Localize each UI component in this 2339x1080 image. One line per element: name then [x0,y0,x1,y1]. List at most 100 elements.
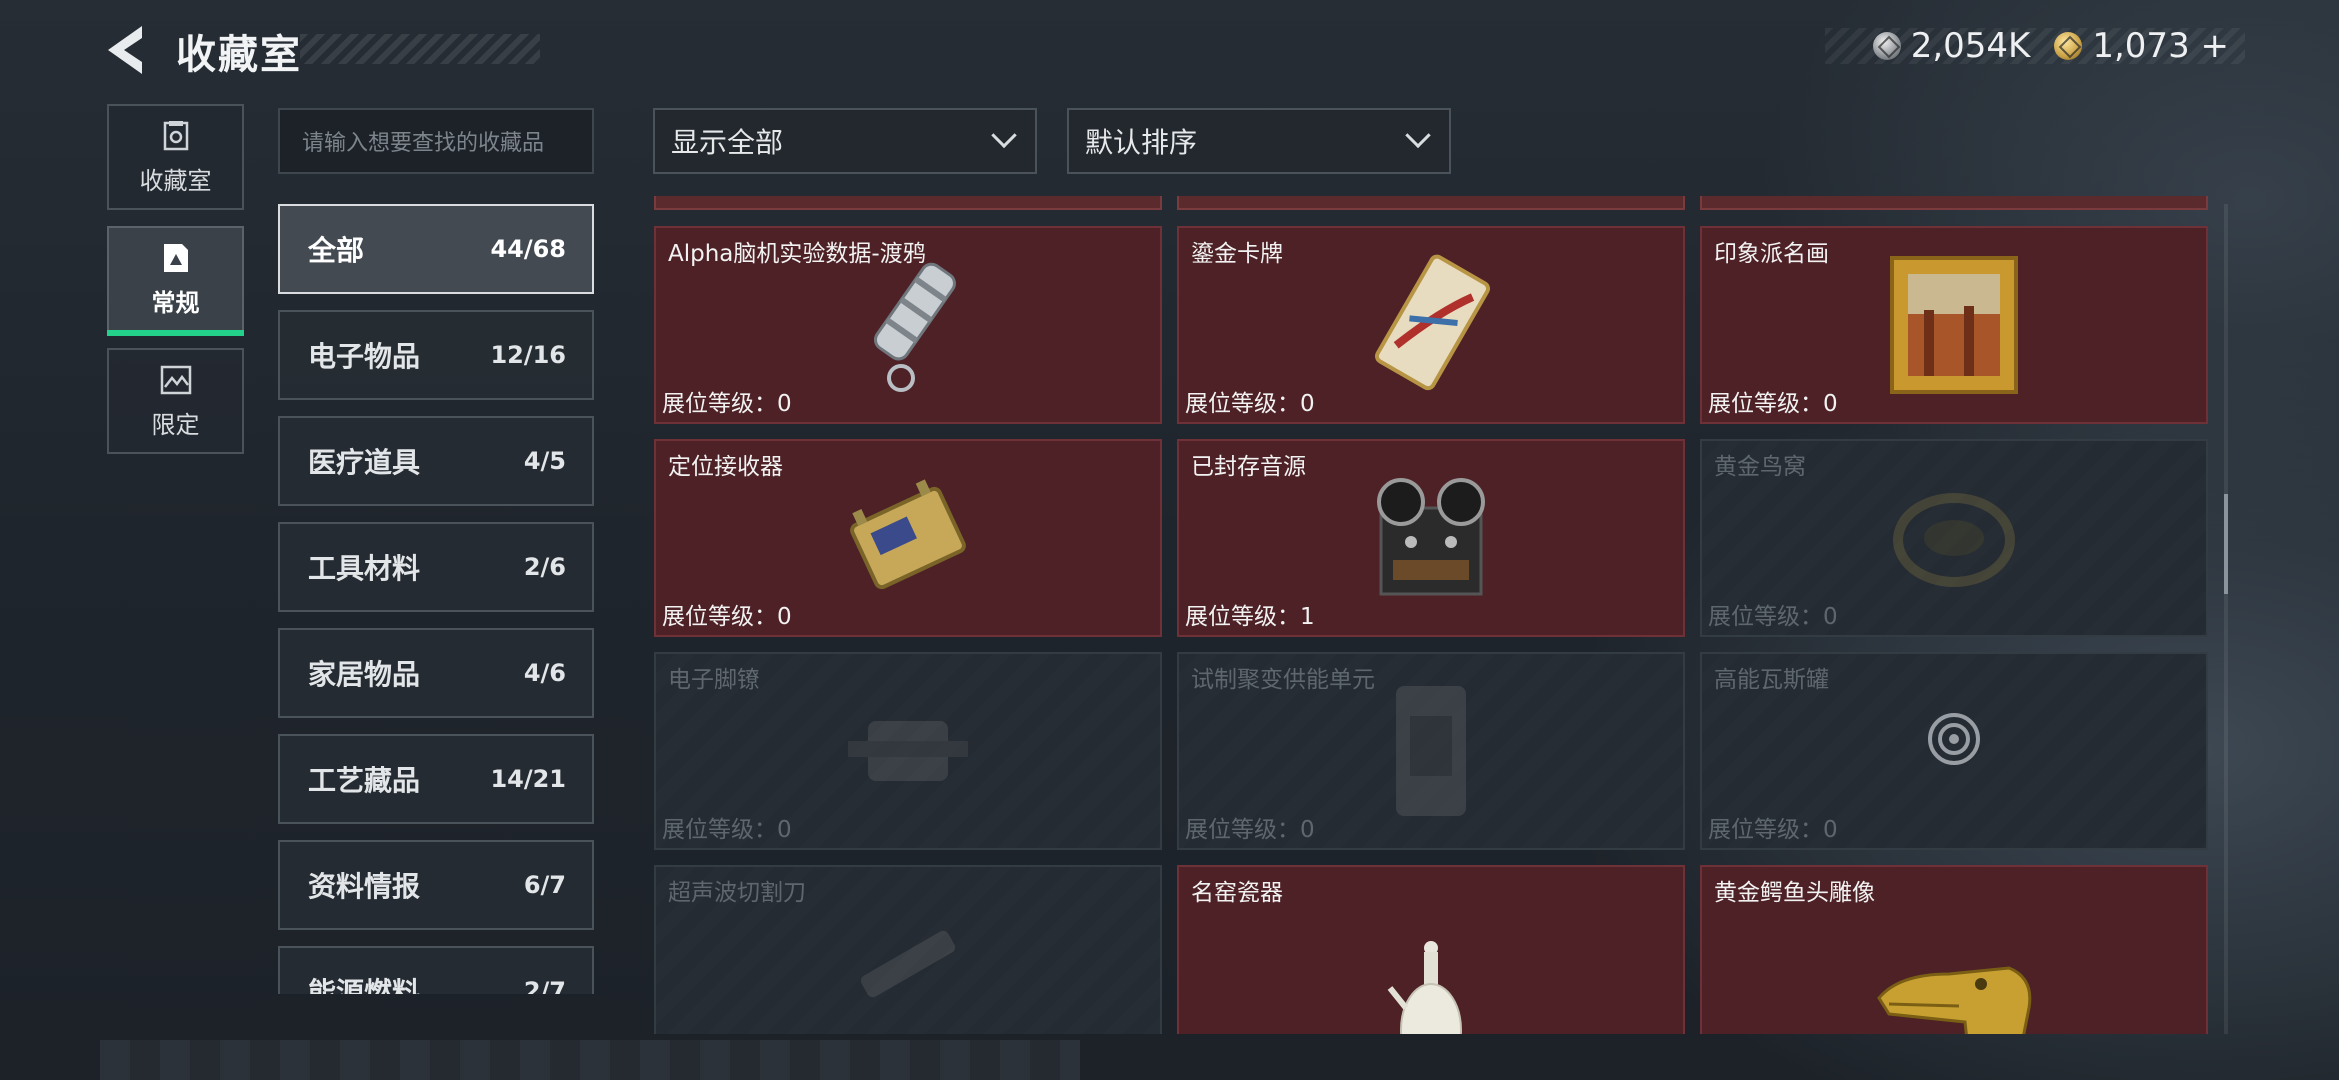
item-card[interactable]: 鎏金卡牌 展位等级：0 [1177,226,1685,424]
item-card[interactable]: 名窑瓷器 [1177,865,1685,1034]
display-filter-value: 显示全部 [671,126,784,159]
category-count: 4/5 [523,447,566,475]
mode-tab-label: 常规 [151,288,200,317]
receiver-icon [850,479,966,590]
currency-bar: 2,054K 1,073 + [1825,26,2245,66]
category-count: 2/7 [523,977,566,994]
item-level: 展位等级：0 [1708,604,1838,630]
item-level: 展位等级：0 [1185,391,1315,417]
partial-card [654,196,1162,210]
cutter-icon [860,930,956,998]
category-tools[interactable]: 工具材料 2/6 [278,522,594,612]
item-card[interactable]: Alpha脑机实验数据-渡鸦 展位等级：0 [654,226,1162,424]
category-household[interactable]: 家居物品 4/6 [278,628,594,718]
item-level: 展位等级：0 [1185,817,1315,843]
item-level: 展位等级：0 [662,817,792,843]
category-crafts[interactable]: 工艺藏品 14/21 [278,734,594,824]
sort-dropdown[interactable]: 默认排序 [1067,108,1451,174]
category-name: 资料情报 [308,870,421,903]
item-card[interactable]: 超声波切割刀 [654,865,1162,1034]
painting-icon [1890,256,2018,394]
item-name: 名窑瓷器 [1191,880,1283,906]
collection-grid: Alpha脑机实验数据-渡鸦 展位等级：0 鎏金卡牌 展位等级：0 印象派名画 [652,196,2208,1034]
category-count: 4/6 [523,659,566,687]
mode-tab-regular[interactable]: 常规 [107,226,244,336]
item-card[interactable]: 定位接收器 展位等级：0 [654,439,1162,637]
data-capsule-icon [873,262,956,392]
mode-tab-label: 限定 [151,410,200,439]
porcelain-vase-icon [1387,940,1462,1034]
category-name: 工艺藏品 [308,764,421,797]
bird-nest-icon [1893,493,2015,587]
silver-currency[interactable]: 2,054K [1872,26,2031,66]
item-card[interactable]: 电子脚镣 展位等级：0 [654,652,1162,850]
item-name: 试制聚变供能单元 [1191,667,1375,693]
item-name: 电子脚镣 [668,667,760,693]
page-title: 收藏室 [176,32,302,78]
item-level: 展位等级：1 [1185,604,1315,630]
gold-coin-icon [2054,32,2083,60]
back-arrow-icon [108,26,142,74]
gold-currency-value: 1,073 + [2092,26,2229,66]
category-list: 全部 44/68 电子物品 12/16 医疗道具 4/5 工具材料 2/6 家居… [278,204,594,994]
ankle-monitor-icon [848,721,968,781]
category-name: 医疗道具 [308,446,421,479]
item-name: 超声波切割刀 [668,880,806,906]
item-name: 定位接收器 [668,454,783,480]
category-name: 全部 [308,234,365,267]
gilded-card-icon [1374,254,1491,391]
mode-tab-vault[interactable]: 收藏室 [107,104,244,210]
fusion-cell-icon [1396,686,1466,816]
category-name: 家居物品 [308,658,421,691]
category-name: 能源燃料 [308,976,421,994]
document-icon [163,243,188,272]
silver-coin-icon [1872,32,1901,60]
category-name: 电子物品 [308,340,421,373]
item-card[interactable]: 试制聚变供能单元 展位等级：0 [1177,652,1685,850]
item-level: 展位等级：0 [1708,817,1838,843]
tape-recorder-icon [1377,478,1485,596]
item-name: 黄金鳄鱼头雕像 [1714,880,1875,906]
mode-tab-limited[interactable]: 限定 [107,348,244,454]
item-card[interactable]: 高能瓦斯罐 展位等级：0 [1700,652,2208,850]
chevron-down-icon [991,122,1017,149]
item-card[interactable]: 印象派名画 展位等级：0 [1700,226,2208,424]
sort-value: 默认排序 [1085,126,1198,159]
title-decoration [300,34,540,64]
mode-tab-label: 收藏室 [139,166,212,195]
category-electronics[interactable]: 电子物品 12/16 [278,310,594,400]
category-energy[interactable]: 能源燃料 2/7 [278,946,594,994]
partial-card [1177,196,1685,210]
item-level: 展位等级：0 [662,604,792,630]
item-level: 展位等级：0 [662,391,792,417]
vault-icon [163,120,188,150]
item-name: 印象派名画 [1714,241,1829,267]
display-filter-dropdown[interactable]: 显示全部 [653,108,1037,174]
search-input[interactable]: 请输入想要查找的收藏品 [278,108,594,174]
item-name: 高能瓦斯罐 [1714,667,1829,693]
category-name: 工具材料 [308,552,421,585]
landscape-icon [160,365,191,394]
category-intel[interactable]: 资料情报 6/7 [278,840,594,930]
item-name: 鎏金卡牌 [1191,241,1283,267]
item-card[interactable]: 已封存音源 展位等级：1 [1177,439,1685,637]
category-count: 2/6 [523,553,566,581]
category-count: 6/7 [523,871,566,899]
item-level: 展位等级：0 [1708,391,1838,417]
item-card[interactable]: 黄金鳄鱼头雕像 [1700,865,2208,1034]
grid-scrollbar[interactable] [2224,204,2228,1034]
category-count: 14/21 [490,765,566,793]
gold-currency[interactable]: 1,073 + [2054,26,2229,66]
bottom-overlay [100,1040,1080,1080]
item-name: 黄金鸟窝 [1714,454,1806,480]
silver-currency-value: 2,054K [1910,26,2031,66]
crocodile-head-icon [1877,966,2032,1034]
partial-card [1700,196,2208,210]
category-count: 44/68 [490,235,566,263]
scrollbar-thumb[interactable] [2224,494,2228,594]
category-all[interactable]: 全部 44/68 [278,204,594,294]
item-card[interactable]: 黄金鸟窝 展位等级：0 [1700,439,2208,637]
back-button[interactable] [104,24,148,76]
gas-canister-icon [1928,713,1980,765]
category-medical[interactable]: 医疗道具 4/5 [278,416,594,506]
